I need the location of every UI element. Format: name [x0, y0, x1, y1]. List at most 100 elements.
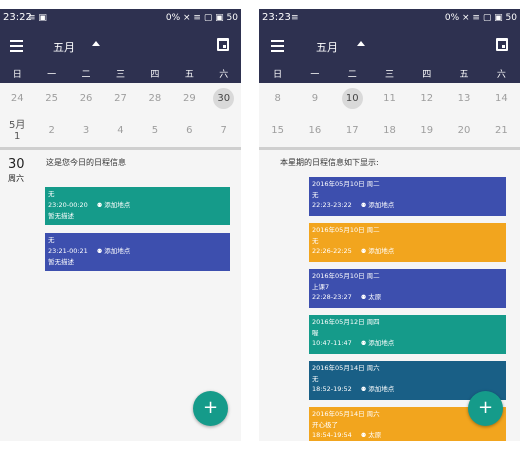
calendar-day-number: 24 [10, 93, 24, 104]
calendar-day[interactable]: 11 [371, 83, 408, 115]
calendar-week-row: 24 25 26 27 28 29 30 [0, 83, 241, 115]
event-description: 暂无描述 [48, 212, 74, 220]
calendar-day[interactable]: 20 [445, 115, 482, 147]
calendar-day[interactable]: 16 [296, 115, 333, 147]
calendar-day[interactable]: 27 [103, 83, 137, 115]
calendar-day[interactable]: 24 [0, 83, 34, 115]
calendar-day[interactable]: 28 [138, 83, 172, 115]
selected-day-weekday: 周六 [8, 174, 24, 183]
calendar-day-number: 20 [457, 125, 471, 136]
calendar-grid: 24 25 26 27 28 29 30 5月 1 2 3 4 5 6 7 [0, 83, 241, 147]
event-location: ⚉ 添加地点 [361, 201, 394, 209]
month-title[interactable]: 五月 [53, 39, 75, 55]
status-icons: ≡ [291, 13, 299, 23]
calendar-day[interactable]: 19 [408, 115, 445, 147]
event-time: 18:54-19:54 [312, 431, 352, 439]
calendar-day[interactable]: 14 [483, 83, 520, 115]
calendar-week-row: 8 9 10 11 12 13 14 [259, 83, 520, 115]
calendar-day-number: 9 [311, 93, 319, 104]
calendar-day-number: 3 [82, 125, 90, 136]
menu-icon[interactable] [271, 40, 284, 52]
calendar-day[interactable]: 7 [207, 115, 241, 147]
weekday-header: 日一二三四五六 [259, 68, 520, 83]
selected-day: 30 周六 [8, 157, 25, 184]
location-pin-icon: ⚉ [96, 247, 103, 255]
event-date: 2016年05月10日 周二 [312, 180, 380, 188]
event-time-row: 22:26-22:25 ⚉ 添加地点 [312, 246, 503, 258]
calendar-day[interactable]: 6 [172, 115, 206, 147]
info-text: 本星期的日程信息如下显示: [280, 158, 379, 167]
calendar-day-number: 14 [494, 93, 508, 104]
location-pin-icon: ⚉ [360, 432, 367, 439]
app-bar: 五月 [259, 27, 520, 68]
calendar-day[interactable]: 12 [408, 83, 445, 115]
event-title: 喔 [312, 328, 319, 337]
calendar-day[interactable]: 3 [69, 115, 103, 147]
event-time: 23:21-00:21 [48, 246, 88, 255]
event-location-text: 添加地点 [368, 201, 395, 209]
event-time-row: 10:47-11:47 ⚉ 添加地点 [312, 338, 503, 350]
calendar-day[interactable]: 13 [445, 83, 482, 115]
weekday-label: 六 [496, 70, 506, 80]
calendar-day[interactable]: 4 [103, 115, 137, 147]
calendar-day[interactable]: 29 [172, 83, 206, 115]
location-pin-icon: ⚉ [360, 386, 367, 393]
event-time: 10:47-11:47 [312, 339, 352, 347]
calendar-day-number: 30 [213, 88, 235, 109]
calendar-day[interactable]: 15 [259, 115, 296, 147]
status-icons: ≡ ▣ [28, 13, 47, 23]
calendar-day[interactable]: 9 [296, 83, 333, 115]
calendar-day[interactable]: 5 [138, 115, 172, 147]
calendar-day[interactable]: 10 [334, 83, 371, 115]
calendar-day-number: 16 [308, 125, 322, 136]
event-title: 无 [48, 236, 55, 244]
weekday-label: 日 [12, 70, 22, 80]
event-card[interactable]: 2016年05月10日 周二无 22:23-23:22 ⚉ 添加地点 [309, 177, 506, 216]
month-title[interactable]: 五月 [316, 39, 338, 55]
event-title: 无 [312, 374, 319, 383]
calendar-day[interactable]: 17 [334, 115, 371, 147]
calendar-day[interactable]: 25 [34, 83, 68, 115]
calendar-today-icon[interactable] [496, 38, 508, 51]
calendar-day[interactable]: 26 [69, 83, 103, 115]
event-card[interactable]: 无 23:21-00:21 ⚉ 添加地点 暂无描述 [45, 233, 230, 271]
calendar-day[interactable]: 8 [259, 83, 296, 115]
add-event-button[interactable]: + [193, 391, 228, 426]
event-card[interactable]: 无 23:20-00:20 ⚉ 添加地点 暂无描述 [45, 187, 230, 225]
weekday-label: 二 [81, 70, 91, 80]
event-location-text: 太原 [368, 293, 382, 301]
caret-up-icon[interactable] [92, 41, 100, 46]
calendar-day-number: 13 [457, 93, 471, 104]
caret-up-icon[interactable] [357, 41, 365, 46]
event-location-text: 添加地点 [104, 246, 131, 255]
add-event-button[interactable]: + [468, 391, 503, 426]
status-bar: 23:22 ≡ ▣ 0% × ≡ ▢ ▣ 50 [0, 9, 241, 27]
calendar-day-number: 7 [220, 125, 227, 136]
menu-icon[interactable] [10, 40, 23, 52]
calendar-day[interactable]: 5月 1 [0, 115, 34, 147]
calendar-month-label: 5月 [9, 120, 26, 131]
calendar-day[interactable]: 30 [207, 83, 241, 115]
event-card[interactable]: 2016年05月10日 周二无 22:26-22:25 ⚉ 添加地点 [309, 223, 506, 262]
phone-screen-week-view: 23:23 ≡ 0% × ≡ ▢ ▣ 50 五月 日 一 二 三 四 五 六 8 9 10 11 1… [259, 9, 520, 441]
calendar-today-icon[interactable] [217, 38, 229, 51]
phone-screen-day-view: 23:22 ≡ ▣ 0% × ≡ ▢ ▣ 50 五月 日一二三四五六 24 25 2… [0, 9, 241, 441]
event-card[interactable]: 2016年05月12日 周四喔 10:47-11:47 ⚉ 添加地点 [309, 315, 506, 354]
event-card[interactable]: 2016年05月10日 周二 上课7 22:28-23:27 ⚉ 太原 [309, 269, 506, 308]
calendar-day[interactable]: 21 [483, 115, 520, 147]
event-location: ⚉ 太原 [361, 431, 381, 439]
calendar-day-number: 26 [79, 93, 93, 104]
calendar-day[interactable]: 18 [371, 115, 408, 147]
calendar-day-number: 29 [182, 93, 196, 104]
calendar-day-number: 4 [117, 125, 124, 136]
event-location: ⚉ 添加地点 [97, 201, 130, 209]
weekday-label: 六 [219, 70, 229, 80]
calendar-week-row: 5月 1 2 3 4 5 6 7 [0, 115, 241, 147]
event-time: 18:52-19:52 [312, 385, 352, 393]
event-time-row: 23:20-00:20 ⚉ 添加地点 [48, 200, 227, 212]
info-text: 这是您今日的日程信息 [46, 158, 126, 167]
selected-day-number: 30 [8, 157, 25, 172]
event-time: 22:28-23:27 [312, 293, 352, 301]
calendar-day[interactable]: 2 [34, 115, 68, 147]
calendar-day-number: 5 [151, 125, 159, 136]
